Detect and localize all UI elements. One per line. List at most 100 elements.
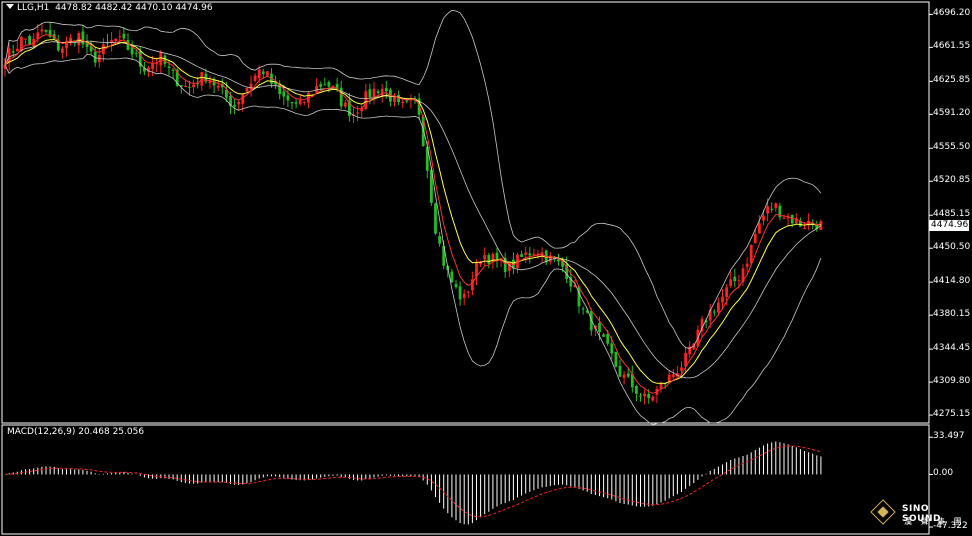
candle-body (782, 217, 786, 219)
dropdown-triangle-icon[interactable] (6, 4, 14, 9)
candle-body (294, 102, 298, 104)
current-price-label: 4474.96 (929, 219, 969, 231)
candle-body (376, 91, 380, 94)
candle-body (290, 102, 294, 104)
candle-body (122, 33, 126, 39)
candle-body (483, 255, 487, 260)
macd-chart-frame (1, 424, 930, 535)
price-tick-label: 4309.80 (933, 376, 971, 387)
candle-body (401, 101, 405, 103)
candle-body (159, 52, 163, 66)
candle-body (315, 85, 318, 93)
candle-body (237, 101, 241, 105)
candle-body (819, 221, 823, 230)
candle-body (200, 72, 204, 86)
candle-body (626, 373, 630, 377)
candle-body (606, 334, 610, 344)
candle-body (684, 352, 687, 367)
candle-body (241, 94, 245, 104)
chart-stage[interactable]: LLG,H1 4478.82 4482.42 4470.10 4474.96 M… (0, 0, 972, 536)
candle-body (528, 253, 532, 256)
candle-body (610, 343, 614, 354)
candle-body (323, 84, 327, 86)
candle-body (134, 53, 138, 55)
price-tick-label: 4591.20 (933, 108, 971, 119)
candle-body (749, 244, 753, 263)
candle-body (450, 271, 454, 283)
candle-body (659, 383, 663, 389)
candle-body (282, 91, 286, 97)
candle-body (327, 82, 331, 87)
sino-sound-watermark: SINO SOUND 漢 聲 集 團 (870, 499, 966, 532)
sino-sound-logo-icon (870, 499, 896, 525)
candle-body (614, 351, 618, 367)
candle-body (343, 102, 347, 107)
candle-body (643, 393, 646, 397)
candle-body (487, 254, 491, 264)
candle-body (40, 29, 44, 32)
candle-body (745, 263, 749, 267)
candle-body (319, 84, 323, 87)
candle-body (302, 101, 306, 103)
candle-body (729, 279, 733, 286)
candle-body (188, 86, 191, 88)
price-tick-label: 4275.15 (933, 409, 971, 420)
candle-body (671, 374, 675, 378)
candle-body (721, 296, 724, 303)
candle-body (589, 311, 593, 331)
candle-body (762, 215, 765, 221)
macd-tick-label: 33.497 (933, 431, 965, 442)
candle-body (651, 396, 655, 401)
ohlc-values: 4478.82 4482.42 4470.10 4474.96 (55, 3, 213, 13)
candle-body (261, 71, 265, 74)
candle-body (581, 308, 585, 310)
candle-body (380, 88, 384, 96)
candle-body (368, 89, 372, 98)
candle-body (766, 206, 769, 214)
candle-body (167, 66, 171, 68)
candle-body (639, 395, 642, 397)
main-chart-header: LLG,H1 4478.82 4482.42 4470.10 4474.96 (6, 3, 213, 13)
candle-body (11, 51, 15, 53)
candle-body (126, 39, 130, 50)
candle-body (114, 38, 118, 42)
candle-body (618, 365, 622, 377)
price-tick-label: 4344.45 (933, 343, 971, 354)
candle-body (454, 283, 458, 288)
candle-body (520, 254, 523, 257)
bollinger-lower-band (4, 53, 822, 426)
price-tick-label: 4380.15 (933, 309, 971, 320)
candle-body (233, 104, 236, 107)
symbol-label: LLG,H1 (17, 3, 50, 13)
price-tick-label: 4696.20 (933, 8, 971, 19)
candle-body (647, 393, 651, 399)
candle-body (725, 287, 728, 297)
candle-body (266, 71, 269, 76)
chart-canvas[interactable] (0, 0, 972, 536)
candle-body (758, 223, 761, 234)
candle-body (286, 95, 290, 101)
candle-body (253, 75, 257, 81)
candle-body (770, 208, 774, 210)
candle-body (803, 227, 806, 229)
macd-signal-line (4, 445, 822, 518)
candle-body (216, 85, 220, 88)
candle-body (462, 293, 466, 298)
candle-body (598, 323, 601, 333)
candle-body (466, 291, 470, 293)
candle-body (458, 286, 462, 300)
bollinger-middle-band (4, 40, 822, 379)
candle-body (81, 31, 85, 45)
candle-body (151, 63, 154, 69)
macd-tick-label: 0.00 (933, 468, 954, 479)
price-tick-label: 4520.85 (933, 175, 971, 186)
candle-body (622, 374, 626, 378)
candle-body (495, 252, 499, 260)
candle-body (15, 48, 19, 52)
candle-body (737, 280, 741, 282)
candle-body (524, 252, 528, 255)
candle-body (774, 203, 778, 209)
candle-body (44, 29, 48, 32)
candle-body (118, 36, 122, 38)
candle-body (28, 35, 31, 45)
